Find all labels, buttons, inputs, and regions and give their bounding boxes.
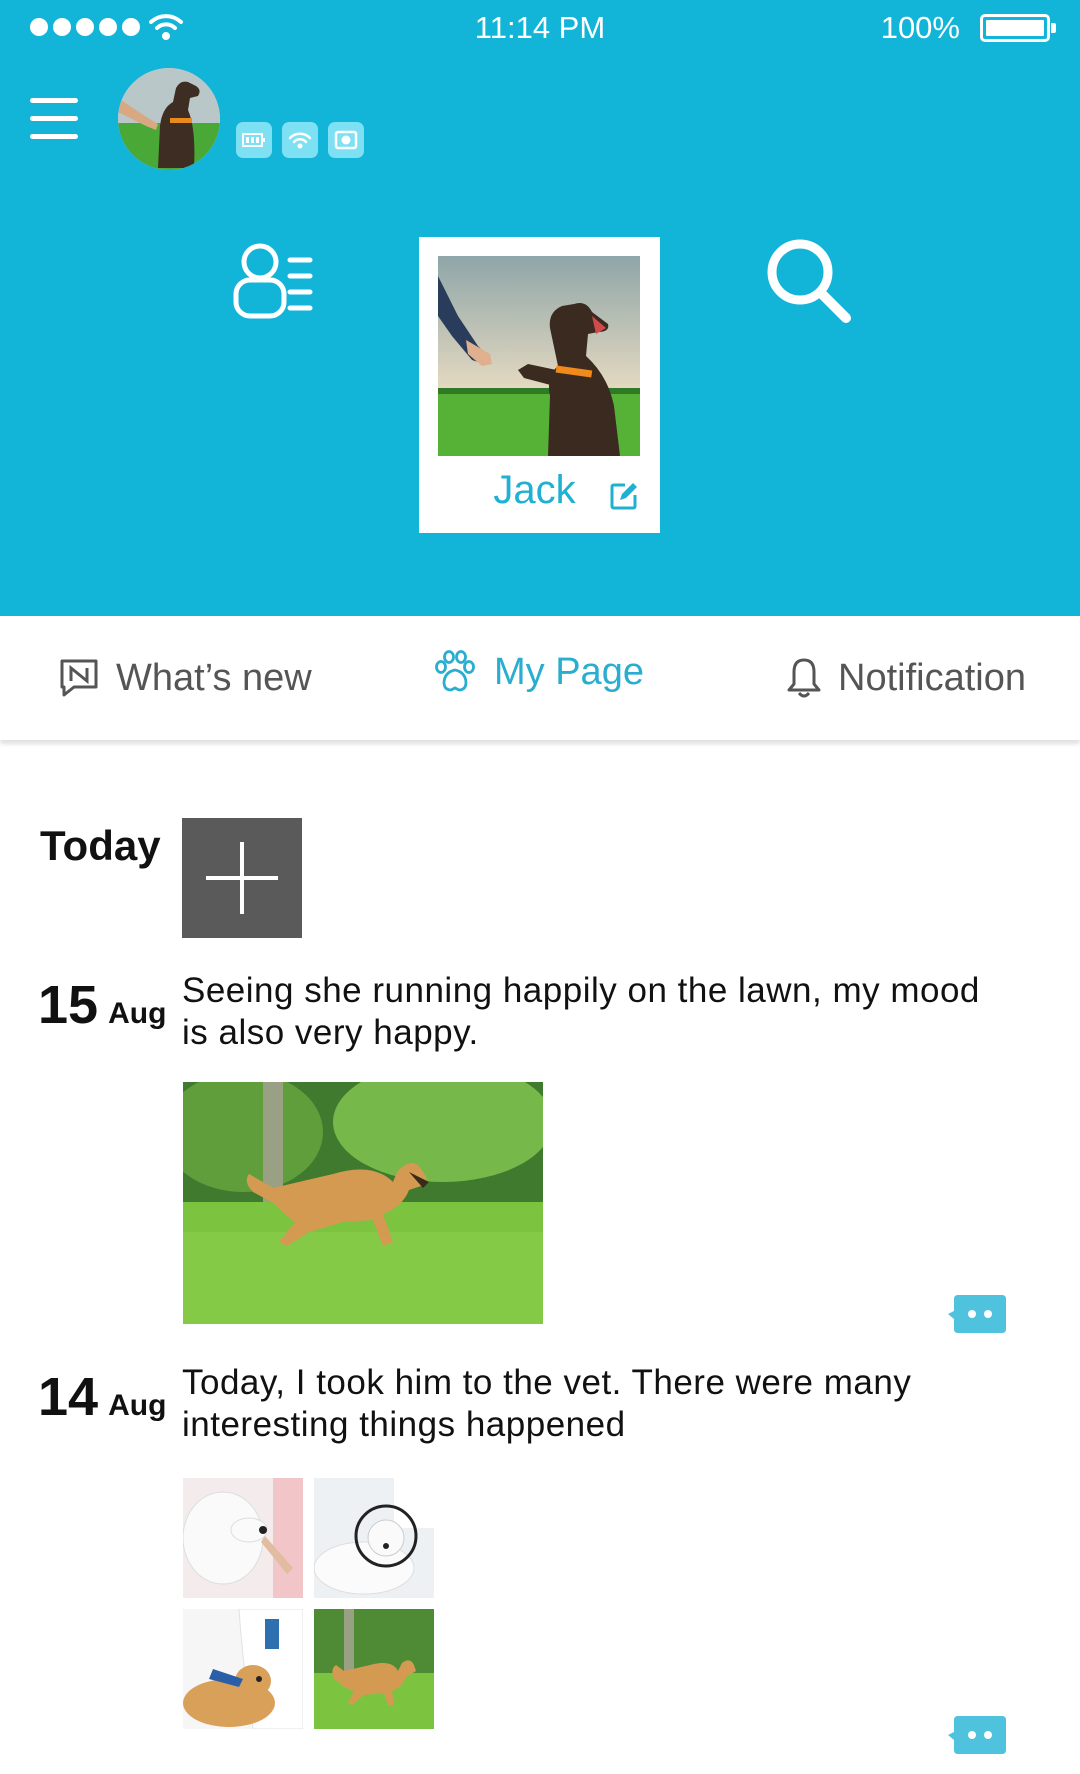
entry-photo[interactable]: [314, 1609, 434, 1729]
camera-icon[interactable]: [328, 122, 364, 158]
tab-my-page[interactable]: My Page: [432, 610, 644, 734]
tab-label: My Page: [494, 650, 644, 693]
battery-icon[interactable]: [236, 122, 272, 158]
today-label: Today: [40, 822, 161, 869]
entry-text: Today, I took him to the vet. There were…: [182, 1363, 912, 1444]
entry-date: 14 Aug: [38, 1366, 166, 1428]
entry-text: Seeing she running happily on the lawn, …: [182, 971, 980, 1052]
comment-icon[interactable]: [948, 1716, 1006, 1754]
pet-photo: [438, 256, 640, 456]
add-post-button[interactable]: [182, 818, 302, 938]
paw-icon: [435, 650, 475, 692]
header: 11:14 PM 100% Jack: [0, 0, 1080, 616]
comment-icon[interactable]: [948, 1295, 1006, 1333]
entry-date: 15 Aug: [38, 974, 166, 1036]
avatar[interactable]: [118, 68, 220, 170]
entry-photo[interactable]: [314, 1478, 434, 1598]
entry-photo[interactable]: [183, 1478, 303, 1598]
status-bar: 11:14 PM 100%: [0, 0, 1080, 60]
entry-month: Aug: [108, 1389, 167, 1422]
search-icon[interactable]: [762, 234, 854, 326]
pet-profile-card[interactable]: Jack: [419, 237, 660, 533]
menu-icon[interactable]: [30, 98, 80, 140]
tab-whats-new[interactable]: What’s new: [58, 616, 312, 740]
wifi-icon[interactable]: [282, 122, 318, 158]
tab-label: What’s new: [116, 656, 312, 699]
battery-percent: 100%: [880, 10, 960, 45]
entry-photo[interactable]: [183, 1082, 543, 1324]
tab-label: Notification: [838, 656, 1026, 699]
profile-list-icon[interactable]: [232, 238, 316, 322]
battery-status-icon: [980, 14, 1056, 42]
tab-bar: What’s new My Page Notification: [0, 616, 1080, 740]
tab-notification[interactable]: Notification: [786, 616, 1026, 740]
device-badges: [236, 122, 364, 158]
news-icon: [60, 659, 98, 697]
entry-day: 14: [38, 1367, 99, 1427]
entry-photo[interactable]: [183, 1609, 303, 1729]
edit-icon[interactable]: [609, 481, 639, 511]
entry-month: Aug: [108, 997, 167, 1030]
bell-icon: [787, 658, 821, 698]
entry-day: 15: [38, 975, 99, 1035]
